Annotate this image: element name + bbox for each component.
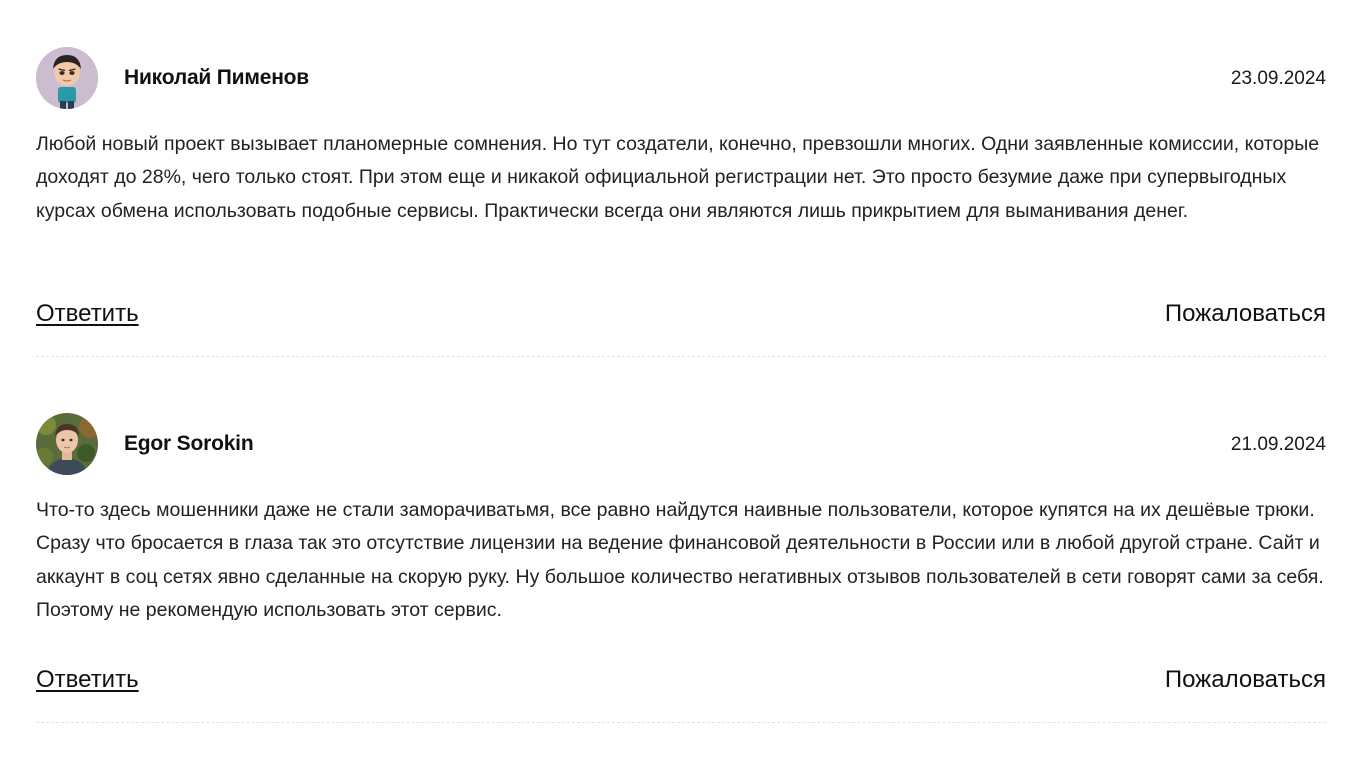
report-link[interactable]: Пожаловаться — [1165, 666, 1326, 694]
author-name: Egor Sorokin — [124, 432, 254, 455]
comment-text: Любой новый проект вызывает планомерные … — [36, 133, 1320, 222]
comment-item: Николай Пименов 23.09.2024 Любой новый п… — [36, 46, 1326, 357]
report-link[interactable]: Пожаловаться — [1165, 300, 1326, 328]
photo-avatar-icon — [36, 413, 98, 475]
comment-header: Egor Sorokin 21.09.2024 — [36, 412, 1326, 476]
reply-link[interactable]: Ответить — [36, 666, 139, 694]
comment-header: Николай Пименов 23.09.2024 — [36, 46, 1326, 110]
reply-link[interactable]: Ответить — [36, 300, 139, 328]
comment-date: 23.09.2024 — [1230, 68, 1326, 89]
comment-date: 21.09.2024 — [1230, 434, 1326, 455]
comment-item: Egor Sorokin 21.09.2024 Что-то здесь мош… — [36, 412, 1326, 723]
avatar — [36, 413, 98, 475]
cartoon-avatar-icon — [36, 47, 98, 109]
comment-actions: Ответить Пожаловаться — [36, 666, 1326, 698]
avatar — [36, 47, 98, 109]
comments-list: Николай Пименов 23.09.2024 Любой новый п… — [36, 46, 1326, 770]
author-name: Николай Пименов — [124, 66, 310, 89]
comment-text: Что-то здесь мошенники даже не стали зам… — [36, 499, 1324, 621]
comment-actions: Ответить Пожаловаться — [36, 300, 1326, 332]
